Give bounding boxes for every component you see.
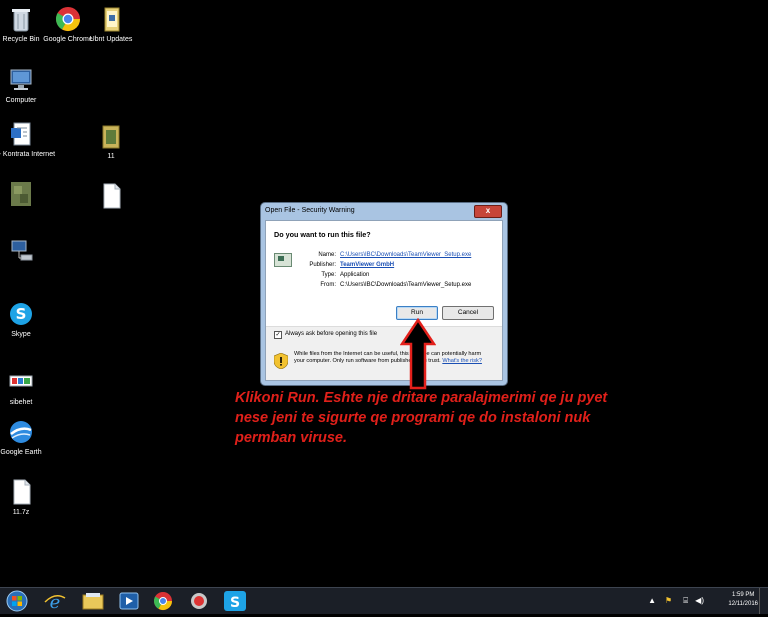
- show-hidden-icons-icon[interactable]: ▲: [648, 596, 656, 605]
- folder-icon: [82, 593, 104, 610]
- name-label: Name:: [318, 252, 336, 258]
- action-center-flag-icon[interactable]: ⚑: [665, 596, 672, 605]
- skype-icon: S: [224, 591, 246, 611]
- checkbox-check-icon: ✓: [274, 331, 282, 339]
- from-value: C:\Users\IBC\Downloads\TeamViewer_Setup.…: [340, 282, 472, 288]
- publisher-label: Publisher:: [309, 262, 336, 268]
- instruction-annotation: Klikoni Run. Eshte nje dritare paralajme…: [235, 390, 608, 446]
- media-player-icon: [119, 592, 139, 610]
- folder-icon: [97, 5, 125, 33]
- desktop-icon-11-folder[interactable]: 11: [76, 122, 146, 161]
- run-button-label: Run: [411, 309, 423, 316]
- windows-start-icon: [6, 590, 28, 612]
- cancel-button-label: Cancel: [457, 309, 479, 316]
- skype-icon: S: [7, 300, 35, 328]
- application-icon: [274, 253, 292, 267]
- warning-text: While files from the Internet can be use…: [294, 351, 484, 364]
- dialog-body: Do you want to run this file? Name: C:\U…: [265, 220, 503, 381]
- desktop-icon-computer[interactable]: Computer: [0, 66, 56, 105]
- desktop-icon-image[interactable]: [0, 180, 56, 210]
- taskbar-skype[interactable]: S: [222, 590, 252, 612]
- red-arrow-annotation: [400, 318, 436, 390]
- taskbar-media-player[interactable]: [116, 590, 146, 612]
- name-value[interactable]: C:\Users\IBC\Downloads\TeamViewer_Setup.…: [340, 252, 471, 258]
- desktop-icon-google-earth[interactable]: Google Earth: [0, 418, 56, 457]
- shortcut-icon: [7, 368, 35, 396]
- network-tray-icon[interactable]: ⌸: [683, 596, 688, 606]
- warning-panel: While files from the Internet can be use…: [266, 345, 502, 380]
- internet-explorer-icon: e: [44, 592, 66, 613]
- volume-icon[interactable]: ◀): [695, 596, 704, 605]
- desktop-icon-sibehet[interactable]: sibehet: [0, 368, 56, 407]
- shield-warning-icon: [274, 353, 288, 369]
- desktop-icon-blank-file[interactable]: [76, 182, 146, 212]
- always-ask-checkbox[interactable]: ✓ Always ask before opening this file: [274, 331, 377, 339]
- svg-text:e: e: [50, 592, 61, 612]
- image-icon: [7, 180, 35, 208]
- app-icon: [191, 593, 207, 609]
- whats-the-risk-link[interactable]: What's the risk?: [442, 358, 482, 364]
- show-desktop-button[interactable]: [759, 588, 768, 614]
- recycle-bin-icon: [7, 5, 35, 33]
- cancel-button[interactable]: Cancel: [442, 306, 494, 320]
- close-icon: x: [485, 206, 491, 215]
- clock[interactable]: 1:59 PM 12/11/2016: [728, 591, 758, 609]
- taskbar-app[interactable]: [186, 590, 216, 612]
- clock-time: 1:59 PM: [732, 592, 755, 598]
- close-button[interactable]: x: [474, 205, 502, 218]
- security-warning-dialog: Open File - Security Warning x Do you wa…: [260, 202, 508, 386]
- taskbar-file-explorer[interactable]: [80, 590, 110, 612]
- google-earth-icon: [7, 418, 35, 446]
- desktop-icon-11-7z[interactable]: 11.7z: [0, 478, 56, 517]
- publisher-value[interactable]: TeamViewer GmbH: [340, 262, 394, 268]
- folder-icon: [97, 122, 125, 150]
- document-icon: [7, 120, 35, 148]
- type-value: Application: [340, 272, 370, 278]
- start-button[interactable]: [4, 590, 34, 612]
- file-icon: [7, 478, 35, 506]
- svg-text:S: S: [16, 305, 27, 323]
- dialog-title: Open File - Security Warning: [265, 207, 355, 214]
- taskbar-internet-explorer[interactable]: e: [42, 590, 72, 613]
- network-icon: [7, 238, 35, 266]
- clock-date: 12/11/2016: [728, 601, 758, 607]
- from-label: From:: [320, 282, 336, 288]
- desktop-icon-network[interactable]: [0, 238, 56, 268]
- file-icon: [97, 182, 125, 210]
- taskbar: e S ▲ ⚑ ⌸ ◀) 1:59 PM 12/11/2016: [0, 587, 768, 614]
- chrome-icon: [153, 592, 172, 611]
- desktop-icon-ubnt-updates[interactable]: Ubnt Updates: [76, 5, 146, 44]
- checkbox-label: Always ask before opening this file: [285, 331, 378, 337]
- taskbar-chrome[interactable]: [150, 590, 180, 612]
- desktop-icon-ibc-kontrata[interactable]: IBC- Kontrata Internet: [0, 120, 56, 159]
- svg-text:S: S: [230, 595, 240, 611]
- dialog-info-panel: Do you want to run this file? Name: C:\U…: [266, 221, 502, 327]
- dialog-question: Do you want to run this file?: [274, 230, 371, 239]
- type-label: Type:: [321, 272, 336, 278]
- desktop-icon-skype[interactable]: S Skype: [0, 300, 56, 339]
- computer-icon: [7, 66, 35, 94]
